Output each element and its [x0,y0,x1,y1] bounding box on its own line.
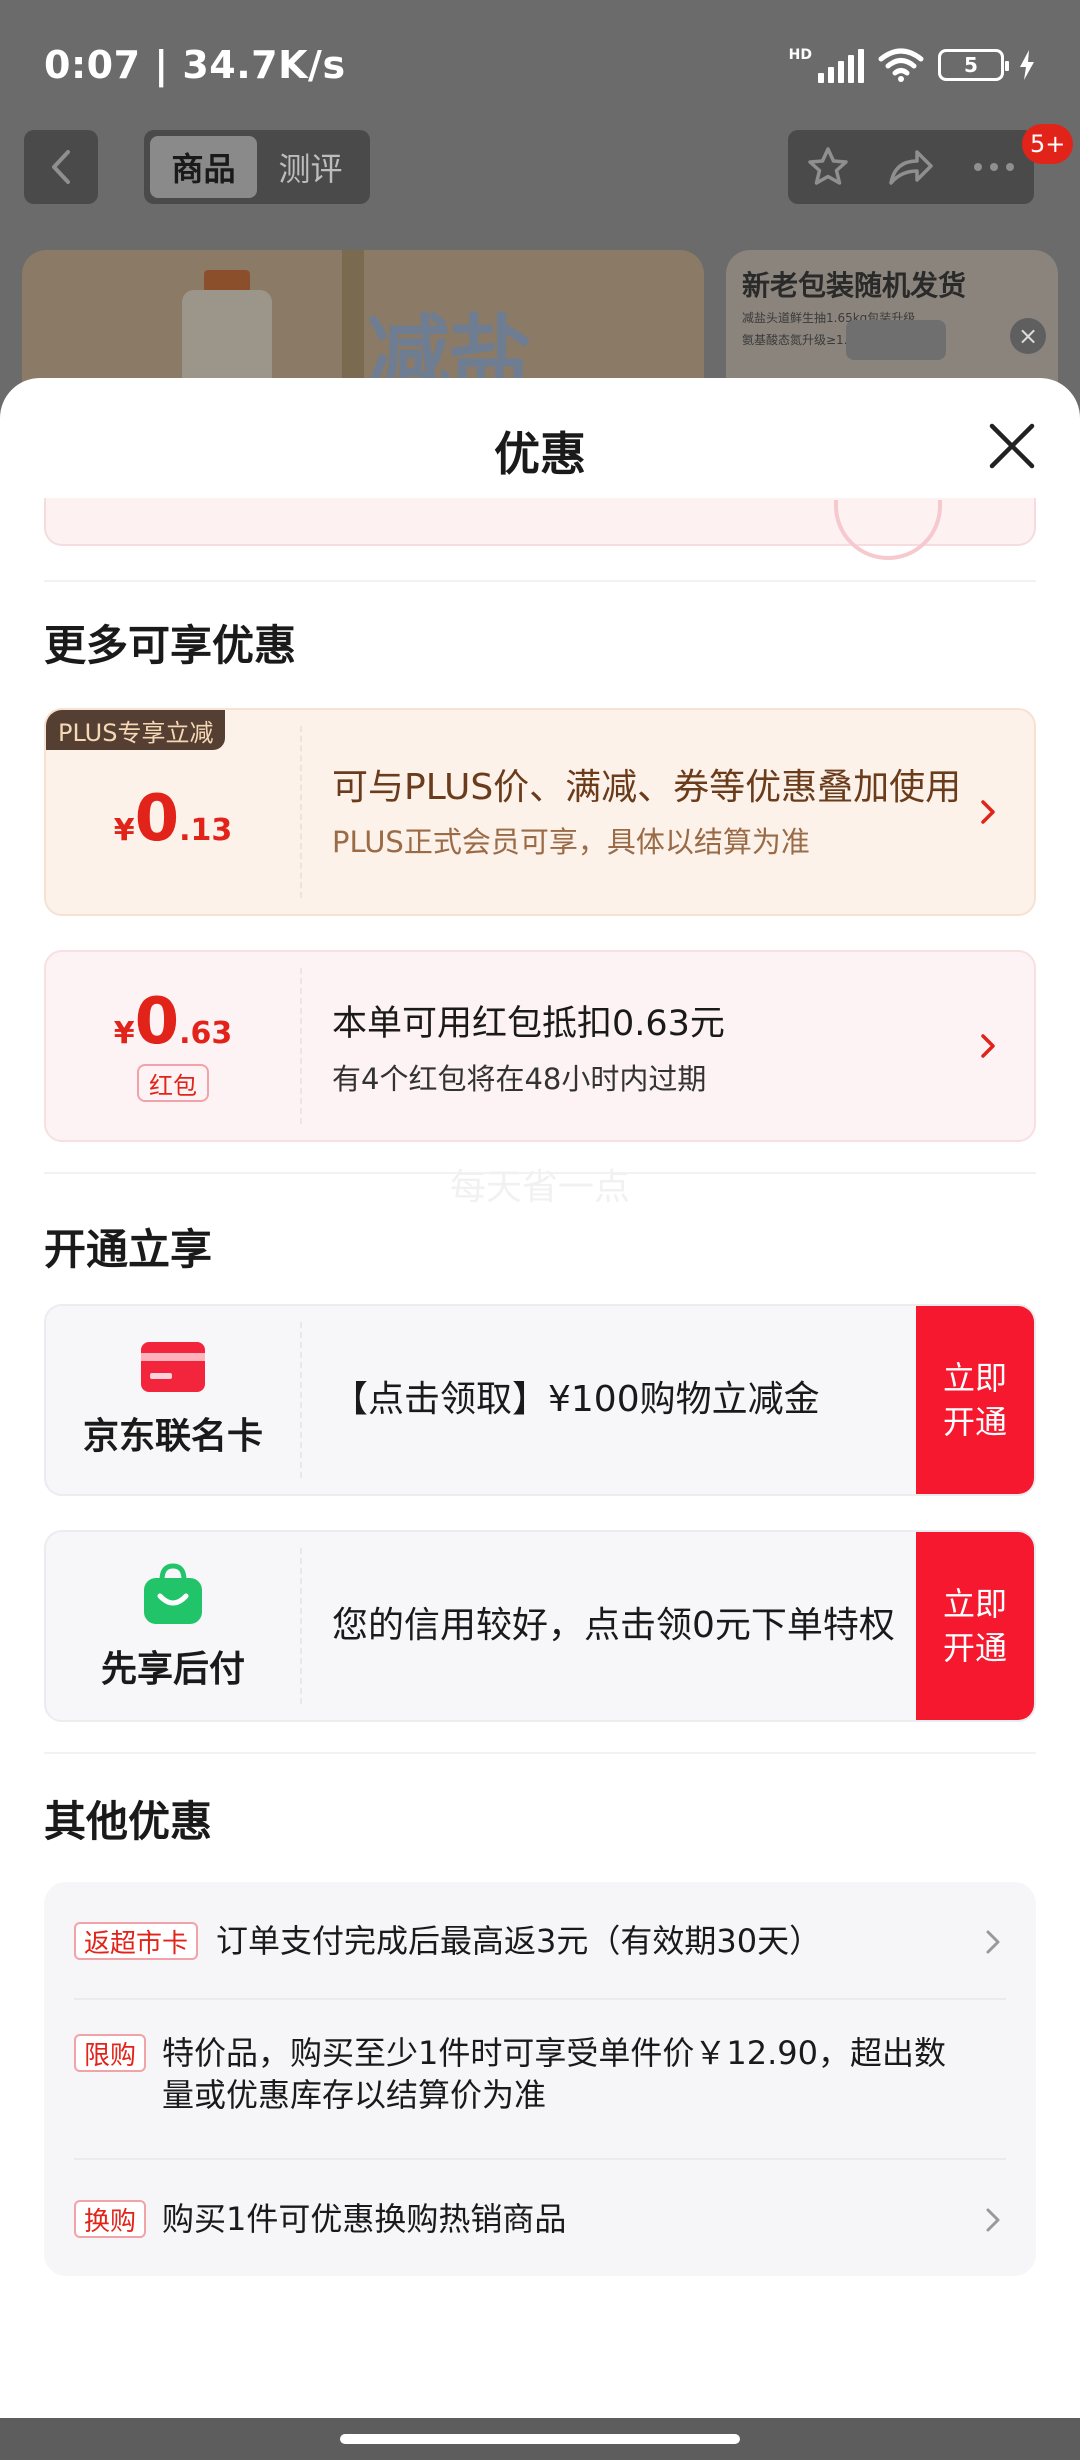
chevron-right-icon [981,1034,995,1058]
packaging-title: 新老包装随机发货 [742,269,967,302]
co-branded-card-description: 【点击领取】¥100购物立减金 [332,1379,820,1420]
price-integer: 0 [134,985,180,1059]
star-icon[interactable] [806,145,850,189]
offer-row-trade-in[interactable]: 换购 购买1件可优惠换购热销商品 [74,2196,1006,2244]
offer-text: 特价品，购买至少1件时可享受单件价￥12.90，超出数量或优惠库存以结算价为准 [162,2034,946,2114]
message-count-badge: 5+ [1022,124,1074,164]
offer-text: 购买1件可优惠换购热销商品 [162,2200,567,2238]
tab-product[interactable]: 商品 [150,136,257,198]
battery-icon: 5 [938,49,1009,81]
offer-row-purchase-limit: 限购 特价品，购买至少1件时可享受单件价￥12.90，超出数量或优惠库存以结算价… [74,2030,1006,2120]
back-button[interactable] [24,130,98,204]
plus-note: PLUS正式会员可享，具体以结算为准 [332,825,810,859]
row-divider [74,1998,1006,2000]
price-integer: 0 [134,782,180,856]
previous-coupon-card [44,498,1036,560]
product-review-switch: 商品 测评 [144,130,370,204]
close-icon[interactable] [984,418,1040,474]
price-decimal: .13 [179,813,233,848]
sheet-title: 优惠 [494,427,586,481]
more-icon[interactable] [972,161,1016,173]
chevron-right-icon [986,1930,1000,1954]
status-icons: HD 5 [789,47,1036,83]
open-now-button[interactable]: 立即开通 [916,1306,1034,1494]
section-title-more-offers: 更多可享优惠 [44,621,297,670]
offer-tag: 限购 [74,2034,147,2072]
buy-now-pay-later-offer[interactable]: 先享后付 您的信用较好，点击领0元下单特权 立即开通 [44,1530,1036,1722]
offers-sheet: 优惠 更多可享优惠 PLUS专享立减 ¥ 0 .13 可与PLUS价、满减、券等… [0,378,1080,2418]
offer-tag: 换购 [74,2200,147,2238]
top-nav: 商品 测评 5+ [0,124,1080,230]
plus-discount-card[interactable]: PLUS专享立减 ¥ 0 .13 可与PLUS价、满减、券等优惠叠加使用 PLU… [44,708,1036,916]
price-decimal: .63 [179,1016,233,1051]
offer-tag: 返超市卡 [74,1922,199,1960]
chevron-left-icon [52,150,70,184]
card-separator [300,726,302,898]
plus-description: 可与PLUS价、满减、券等优惠叠加使用 [332,767,962,808]
co-branded-card-left: 京东联名卡 [46,1306,300,1494]
red-packet-price: ¥ 0 .63 红包 [46,952,300,1140]
card-separator [300,1322,302,1478]
network-type-label: HD [788,47,812,63]
blurred-image [846,320,946,360]
tab-review[interactable]: 测评 [257,136,364,198]
credit-card-icon [141,1342,205,1392]
red-packet-card[interactable]: ¥ 0 .63 红包 本单可用红包抵扣0.63元 有4个红包将在48小时内过期 [44,950,1036,1142]
divider [44,1752,1036,1754]
divider [44,580,1036,582]
other-offers-list: 返超市卡 订单支付完成后最高返3元（有效期30天） 限购 特价品，购买至少1件时… [44,1882,1036,2276]
battery-level: 5 [964,53,978,77]
plus-price: ¥ 0 .13 [46,710,300,914]
status-bar: 0:07 | 34.7K/s HD 5 [0,0,1080,130]
section-title-other-offers: 其他优惠 [44,1797,213,1846]
row-divider [74,2158,1006,2160]
chevron-right-icon [986,2208,1000,2232]
red-packet-description: 本单可用红包抵扣0.63元 [332,1003,725,1044]
offer-row-supermarket-card[interactable]: 返超市卡 订单支付完成后最高返3元（有效期30天） [74,1918,1006,1966]
buy-now-pay-later-label: 先享后付 [100,1649,245,1690]
home-indicator[interactable] [340,2434,740,2444]
chevron-right-icon [981,800,995,824]
card-separator [300,968,302,1124]
open-now-button[interactable]: 立即开通 [916,1532,1034,1720]
close-icon[interactable]: × [1010,318,1046,354]
signal-icon: HD [789,47,864,83]
currency-symbol: ¥ [113,1016,135,1051]
co-branded-card-offer[interactable]: 京东联名卡 【点击领取】¥100购物立减金 立即开通 [44,1304,1036,1496]
watermark: 每天省一点 [449,1167,630,1208]
shopping-bag-icon [144,1563,202,1624]
buy-now-pay-later-description: 您的信用较好，点击领0元下单特权 [332,1605,895,1646]
card-separator [300,1548,302,1704]
co-branded-card-label: 京东联名卡 [82,1416,263,1457]
charging-icon [1020,50,1034,80]
nav-actions [788,130,1034,204]
claimed-stamp-icon [834,500,942,560]
red-packet-expiry-note: 有4个红包将在48小时内过期 [332,1061,707,1096]
share-icon[interactable] [887,147,935,187]
offer-text: 订单支付完成后最高返3元（有效期30天） [216,1922,822,1960]
gesture-bar-area [0,2418,1080,2460]
section-title-open-enjoy: 开通立享 [44,1225,213,1274]
status-time: 0:07 | 34.7K/s [44,43,346,87]
red-packet-tag: 红包 [137,1064,209,1102]
currency-symbol: ¥ [113,813,135,848]
wifi-icon [878,48,924,82]
buy-now-pay-later-left: 先享后付 [46,1532,300,1720]
